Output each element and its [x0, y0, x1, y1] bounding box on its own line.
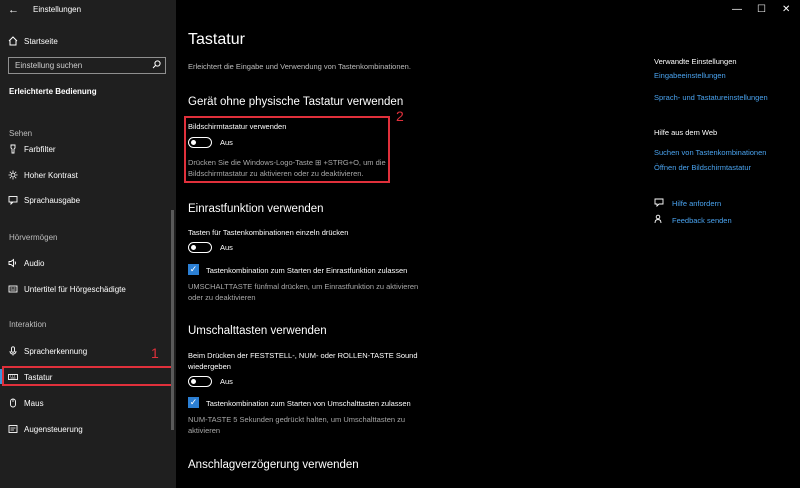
maximize-button[interactable]: ☐ [757, 4, 766, 15]
close-button[interactable]: ✕ [782, 4, 790, 15]
setting-label-sound: Beim Drücken der FESTSTELL-, NUM- oder R… [188, 351, 418, 360]
link-suchen-tastenkombinationen[interactable]: Suchen von Tastenkombinationen [654, 148, 766, 157]
section-title-einrastfunktion: Einrastfunktion verwenden [188, 203, 324, 215]
search-icon[interactable] [152, 60, 161, 71]
toggle-knob [191, 378, 196, 384]
setting-label-sound-cont: wiedergeben [188, 362, 231, 371]
sidebar-item-label: Augensteuerung [24, 424, 83, 434]
section-title-umschalttasten: Umschalttasten verwenden [188, 325, 327, 337]
back-arrow-icon[interactable]: ← [8, 4, 19, 16]
sidebar-item-label: Maus [24, 398, 44, 408]
page-title: Tastatur [188, 31, 245, 48]
toggle-state-label: Aus [220, 377, 233, 386]
checkbox-einrastfunktion-shortcut[interactable]: ✓ [188, 264, 199, 275]
speaker-icon [8, 258, 18, 268]
section-heading-interaktion: Interaktion [9, 320, 47, 329]
section-heading-sehen: Sehen [9, 129, 33, 138]
section-heading-hoervermoegen: Hörvermögen [9, 233, 58, 242]
help-icon [654, 197, 664, 209]
window-title: Einstellungen [33, 5, 82, 14]
eye-control-icon [8, 424, 18, 434]
sidebar-item-sprachausgabe[interactable]: Sprachausgabe [8, 195, 81, 206]
search-input[interactable] [15, 59, 145, 72]
sidebar-item-label: Untertitel für Hörgeschädigte [24, 284, 126, 294]
section-title-anschlagverzoegerung: Anschlagverzögerung verwenden [188, 459, 359, 471]
checkbox-label: Tastenkombination zum Starten von Umscha… [206, 399, 411, 408]
setting-label-einzeln-druecken: Tasten für Tastenkombinationen einzeln d… [188, 228, 349, 237]
sidebar-scrollbar[interactable] [171, 210, 174, 430]
main-content: — ☐ ✕ Tastatur Erleichtert die Eingabe u… [176, 0, 800, 488]
link-eingabeeinstellungen[interactable]: Eingabeeinstellungen [654, 71, 726, 80]
highlight-box-bildschirmtastatur [184, 116, 390, 183]
page-subtitle: Erleichtert die Eingabe und Verwendung v… [188, 62, 411, 71]
sidebar: ← Einstellungen Startseite Erleichterte … [0, 0, 176, 488]
link-feedback-senden[interactable]: Feedback senden [672, 216, 732, 225]
sidebar-item-home[interactable]: Startseite [8, 36, 58, 46]
feedback-icon [654, 214, 664, 226]
description-line: UMSCHALTTASTE fünfmal drücken, um Einras… [188, 282, 419, 291]
sidebar-item-label: Hoher Kontrast [24, 170, 78, 180]
sidebar-item-untertitel[interactable]: Untertitel für Hörgeschädigte [8, 284, 126, 294]
description-line: NUM-TASTE 5 Sekunden gedrückt halten, um… [188, 415, 406, 424]
related-settings-heading: Verwandte Einstellungen [654, 57, 737, 66]
mouse-icon [8, 398, 18, 408]
sidebar-item-label: Farbfilter [24, 144, 56, 154]
sidebar-item-label: Audio [24, 258, 45, 268]
section-title-physische-tastatur: Gerät ohne physische Tastatur verwenden [188, 96, 404, 108]
color-filter-icon [8, 144, 18, 154]
toggle-state-label: Aus [220, 243, 233, 252]
sidebar-item-farbfilter[interactable]: Farbfilter [8, 144, 56, 154]
callout-number-1: 1 [151, 345, 159, 361]
sidebar-item-maus[interactable]: Maus [8, 398, 44, 408]
search-field[interactable] [8, 57, 166, 74]
toggle-einrastfunktion[interactable] [188, 242, 212, 253]
microphone-icon [8, 346, 18, 356]
sidebar-item-hoher-kontrast[interactable]: Hoher Kontrast [8, 170, 78, 180]
callout-number-2: 2 [396, 108, 404, 124]
toggle-umschalttasten[interactable] [188, 376, 212, 387]
minimize-button[interactable]: — [732, 4, 742, 15]
toggle-knob [191, 244, 196, 250]
sidebar-item-label: Spracherkennung [24, 346, 88, 356]
narrator-icon [8, 195, 18, 206]
checkbox-umschalttasten-shortcut[interactable]: ✓ [188, 397, 199, 408]
sidebar-home-label: Startseite [24, 36, 58, 46]
link-hilfe-anfordern[interactable]: Hilfe anfordern [672, 199, 721, 208]
help-heading: Hilfe aus dem Web [654, 128, 718, 137]
link-sprach-tastatureinstellungen[interactable]: Sprach- und Tastatureinstellungen [654, 93, 768, 102]
category-title: Erleichterte Bedienung [9, 87, 97, 96]
checkbox-label: Tastenkombination zum Starten der Einras… [206, 266, 408, 275]
sidebar-item-audio[interactable]: Audio [8, 258, 44, 268]
sidebar-item-spracherkennung[interactable]: Spracherkennung [8, 346, 87, 356]
contrast-icon [8, 170, 18, 180]
description-line: aktivieren [188, 426, 221, 435]
sidebar-item-augensteuerung[interactable]: Augensteuerung [8, 424, 83, 434]
link-oeffnen-bildschirmtastatur[interactable]: Öffnen der Bildschirmtastatur [654, 163, 751, 172]
captions-icon [8, 284, 18, 294]
sidebar-item-label: Sprachausgabe [24, 195, 81, 205]
description-line: oder zu deaktivieren [188, 293, 256, 302]
home-icon [8, 36, 18, 46]
highlight-box-tastatur [2, 366, 173, 386]
